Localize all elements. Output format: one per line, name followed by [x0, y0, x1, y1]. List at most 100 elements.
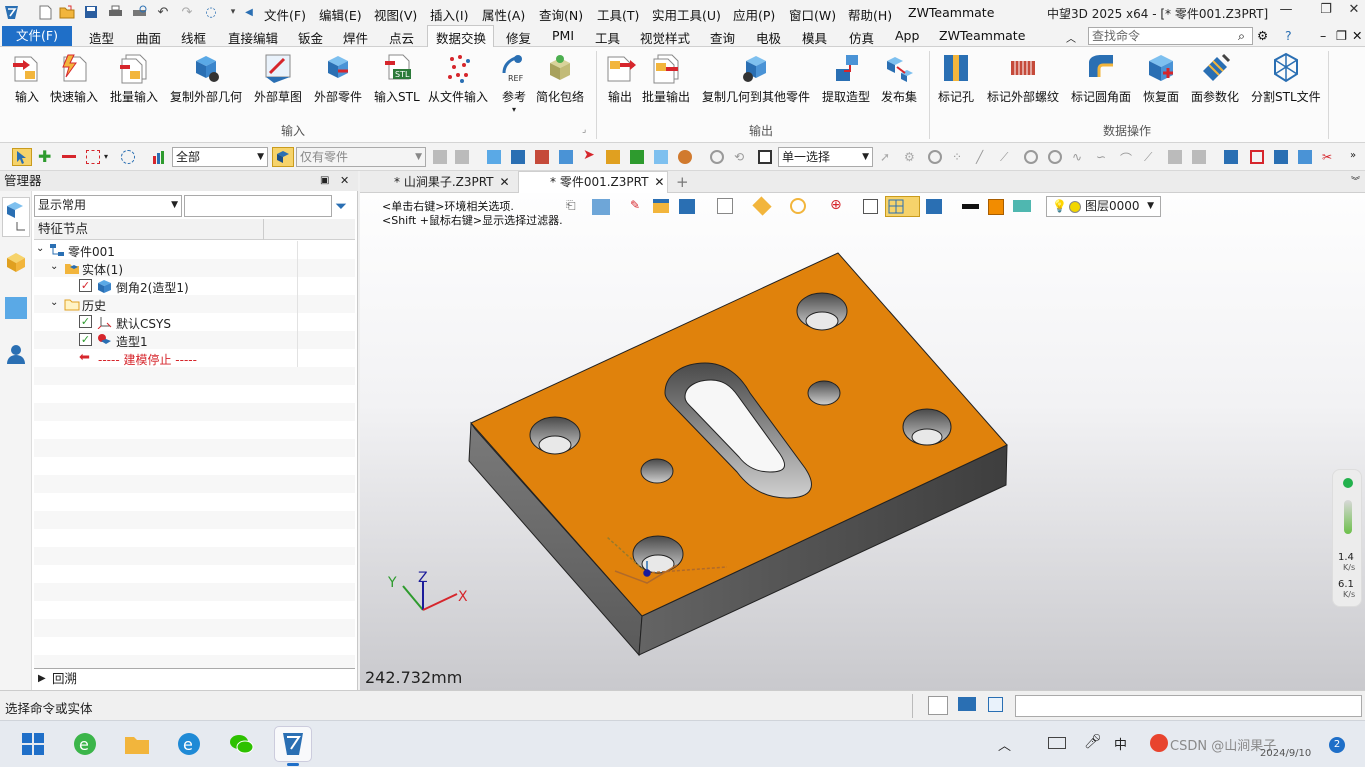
tab-pmi[interactable]: PMI — [552, 28, 574, 43]
ribbon-restore-icon[interactable]: ❐ — [1336, 28, 1347, 43]
through-hole[interactable] — [640, 458, 674, 484]
part-only-filter-select[interactable]: 仅有零件 ▼ — [296, 147, 426, 167]
lasso-select-icon[interactable] — [121, 150, 135, 164]
snap-plane-icon[interactable] — [1168, 150, 1182, 164]
pane-close-icon[interactable]: ✕ — [340, 171, 349, 191]
tab-direct-edit[interactable]: 直接编辑 — [228, 28, 278, 47]
tab-mold[interactable]: 模具 — [802, 28, 827, 47]
tab-simulation[interactable]: 仿真 — [849, 28, 874, 47]
command-input[interactable] — [1015, 695, 1362, 717]
command-search-input[interactable]: 查找命令 — [1088, 27, 1253, 45]
ribbon-minimize-icon[interactable]: – — [1320, 28, 1326, 43]
through-hole[interactable] — [807, 380, 841, 406]
snap-tangent-icon[interactable]: ⟋ — [1144, 150, 1158, 164]
collapse-ribbon-icon[interactable]: ︿ — [1066, 30, 1076, 45]
snap-arrow-icon[interactable]: ➚ — [880, 150, 894, 164]
batch-export-button[interactable]: 批量输出 — [642, 51, 690, 105]
user-tab-icon[interactable] — [5, 343, 27, 365]
select-point-icon[interactable]: ➤ — [583, 147, 597, 163]
minimize-icon[interactable]: — — [1272, 2, 1300, 22]
model-view[interactable]: Y Z X — [360, 171, 1365, 690]
print-preview-icon[interactable] — [130, 3, 148, 21]
menu-tools[interactable]: 工具(T) — [597, 5, 639, 24]
notification-badge[interactable]: 2 — [1329, 737, 1345, 753]
zw3d-taskbar-icon[interactable] — [274, 726, 312, 762]
menu-help[interactable]: 帮助(H) — [848, 5, 892, 24]
tree-node-history[interactable]: ⌄ 历史 — [34, 295, 355, 313]
tree-node-shape[interactable]: ✓ 造型1 — [34, 331, 355, 349]
redo-icon[interactable]: ↷ — [178, 3, 196, 21]
add-icon[interactable]: ✚ — [38, 147, 52, 166]
back-arrow-icon[interactable]: ◀ — [240, 3, 258, 21]
box-select-dropdown-icon[interactable]: ▾ — [104, 152, 118, 166]
filter-option-2-icon[interactable] — [455, 150, 469, 164]
close-icon[interactable]: ✕ — [1340, 2, 1365, 22]
snap-play-icon[interactable] — [928, 150, 942, 164]
view-tool-5-icon[interactable]: ✂ — [1322, 150, 1336, 164]
windows-start-icon[interactable] — [18, 729, 48, 759]
history-manager-tab-icon[interactable] — [2, 197, 30, 237]
snap-wave-icon[interactable]: ∽ — [1096, 150, 1110, 164]
expand-chevron-icon[interactable]: ⌄ — [50, 297, 58, 308]
view-manager-tab-icon[interactable] — [5, 297, 27, 319]
select-component-icon[interactable] — [654, 150, 668, 164]
snap-center-icon[interactable] — [1024, 150, 1038, 164]
tab-visual-style[interactable]: 视觉样式 — [640, 28, 690, 47]
snap-gear-icon[interactable]: ⚙ — [904, 150, 918, 164]
publish-set-button[interactable]: 发布集 — [881, 51, 917, 105]
expand-chevron-icon[interactable]: ⌄ — [36, 243, 44, 254]
snap-2-icon[interactable]: ⟲ — [734, 150, 748, 164]
simplify-wrap-button[interactable]: 简化包络 — [536, 51, 584, 105]
help-icon[interactable]: ? — [1285, 28, 1292, 43]
split-stl-button[interactable]: 分割STL文件 — [1251, 51, 1321, 105]
tree-node-solid[interactable]: ⌄ 实体(1) — [34, 259, 355, 277]
batch-import-button[interactable]: 批量输入 — [110, 51, 158, 105]
view-tool-4-icon[interactable] — [1298, 150, 1312, 164]
tree-node-root[interactable]: ⌄ 零件001 — [34, 241, 355, 259]
remove-icon[interactable] — [62, 155, 76, 158]
stop-icon[interactable] — [758, 150, 772, 164]
status-list-icon[interactable] — [988, 697, 1003, 712]
tab-tools[interactable]: 工具 — [595, 28, 620, 47]
selection-mode-select[interactable]: 单一选择 ▼ — [778, 147, 873, 167]
restore-face-button[interactable]: 恢复面 — [1143, 51, 1179, 105]
mark-fillet-face-button[interactable]: 标记圆角面 — [1071, 51, 1131, 105]
menu-edit[interactable]: 编辑(E) — [319, 5, 362, 24]
visibility-checkbox[interactable]: ✓ — [79, 333, 92, 346]
pane-pin-icon[interactable]: ▣ — [320, 171, 329, 191]
rollback-section[interactable]: ▶ 回溯 — [34, 668, 355, 688]
browser-green-icon[interactable]: e — [70, 729, 100, 759]
import-stl-button[interactable]: STL 输入STL — [374, 51, 420, 105]
menu-window[interactable]: 窗口(W) — [789, 5, 836, 24]
tab-inquire[interactable]: 查询 — [710, 28, 735, 47]
security-app-icon[interactable] — [1150, 734, 1168, 752]
visibility-checkbox[interactable]: ✓ — [79, 279, 92, 292]
snap-line-2-icon[interactable]: ⟋ — [1000, 150, 1014, 164]
import-button[interactable]: 输入 — [11, 51, 43, 105]
tab-wireframe[interactable]: 线框 — [181, 28, 206, 47]
tab-data-exchange[interactable]: 数据交换 — [436, 28, 486, 47]
mark-external-thread-button[interactable]: 标记外部螺纹 — [987, 51, 1059, 105]
menu-view[interactable]: 视图(V) — [374, 5, 417, 24]
view-tool-2-icon[interactable] — [1250, 150, 1264, 164]
snap-circle-icon[interactable] — [1048, 150, 1062, 164]
copy-geometry-to-other-part-button[interactable]: 复制几何到其他零件 — [702, 51, 810, 105]
assembly-tab-icon[interactable] — [5, 251, 27, 273]
tray-overflow-icon[interactable]: ︿ — [998, 735, 1011, 754]
ime-indicator[interactable]: 中 — [1114, 734, 1127, 753]
tab-app[interactable]: App — [895, 28, 919, 43]
edge-browser-icon[interactable]: e — [174, 729, 204, 759]
external-part-button[interactable]: 外部零件 — [314, 51, 362, 105]
snap-icon[interactable] — [710, 150, 724, 164]
settings-gear-icon[interactable]: ⚙ — [1257, 28, 1268, 43]
menu-attribute[interactable]: 属性(A) — [482, 5, 525, 24]
toolbar-overflow-icon[interactable]: » — [1350, 150, 1364, 164]
display-filter-select[interactable]: 显示常用 ▼ — [34, 195, 182, 217]
filter-all-select[interactable]: 全部 ▼ — [172, 147, 268, 167]
snap-curve-icon[interactable]: ∿ — [1072, 150, 1086, 164]
select-curve-icon[interactable] — [630, 150, 644, 164]
snap-arc-icon[interactable]: ⌒ — [1120, 150, 1134, 166]
visibility-checkbox[interactable]: ✓ — [79, 315, 92, 328]
tab-file[interactable]: 文件(F) — [2, 26, 72, 46]
extract-shape-button[interactable]: 提取造型 — [822, 51, 870, 105]
